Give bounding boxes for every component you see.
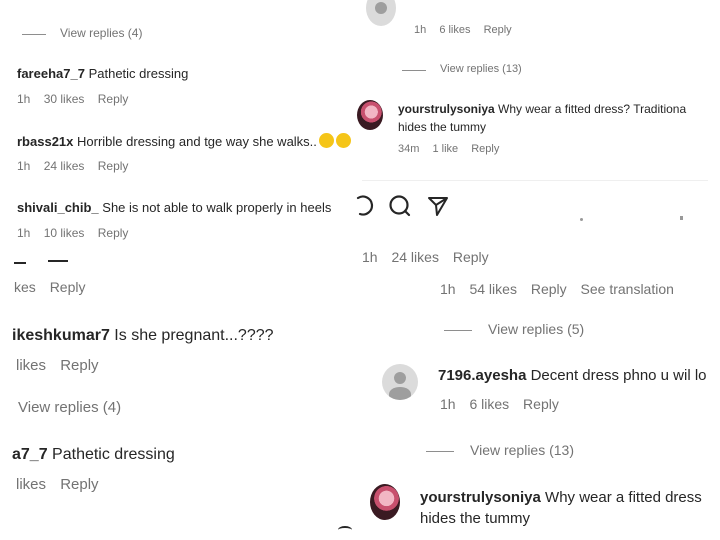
- view-replies-line: [22, 34, 46, 35]
- cropped-text-fragment: [580, 218, 583, 221]
- view-replies-button[interactable]: View replies (13): [470, 442, 574, 458]
- likes-count[interactable]: 24 likes: [44, 159, 85, 173]
- comment-fareeha: fareeha7_7 Pathetic dressing: [17, 66, 188, 81]
- username-link[interactable]: fareeha7_7: [17, 66, 85, 81]
- comment-meta: 1h 30 likes Reply: [17, 92, 138, 106]
- comment-rbass: rbass21x Horrible dressing and tge way s…: [17, 133, 351, 149]
- laughing-emoji-icon: [335, 133, 351, 148]
- comment-text: Pathetic dressing: [52, 446, 175, 463]
- comment-text-line2: hides the tummy: [398, 120, 487, 134]
- comment-meta: 1h 54 likes Reply See translation: [440, 281, 684, 297]
- reply-button[interactable]: Reply: [98, 226, 129, 240]
- username-link[interactable]: shivali_chib_: [17, 200, 99, 215]
- view-replies-button[interactable]: View replies (13): [440, 63, 522, 75]
- comment-meta: 1h 6 likes Reply: [414, 24, 522, 36]
- timestamp: 1h: [440, 281, 456, 297]
- likes-count[interactable]: 30 likes: [44, 92, 85, 106]
- likes-count[interactable]: 10 likes: [44, 226, 85, 240]
- cropped-icon-fragment: [48, 260, 68, 262]
- comment-meta: 1h 6 likes Reply: [440, 396, 569, 412]
- comment-text: Horrible dressing and tge way she walks.…: [77, 134, 317, 149]
- likes-count[interactable]: 1 like: [432, 143, 458, 155]
- likes-count[interactable]: 54 likes: [469, 281, 516, 297]
- laughing-emoji-icon: [318, 133, 334, 148]
- reply-button[interactable]: Reply: [50, 279, 86, 295]
- reply-button[interactable]: Reply: [471, 143, 499, 155]
- comment-text: She is not able to walk properly in heel…: [102, 200, 332, 215]
- avatar[interactable]: [370, 484, 400, 520]
- view-replies-button[interactable]: View replies (4): [60, 26, 142, 40]
- comment-meta: 1h 10 likes Reply: [17, 226, 138, 240]
- timestamp: 1h: [17, 159, 31, 173]
- comment-soniya: yourstrulysoniya Why wear a fitted dress: [420, 489, 702, 506]
- comment-meta: likes Reply: [16, 357, 109, 374]
- likes-count[interactable]: likes: [16, 357, 46, 374]
- comment-meta: 1h 24 likes Reply: [17, 159, 138, 173]
- comment-text: Is she pregnant...????: [114, 327, 274, 344]
- likes-count[interactable]: kes: [14, 279, 36, 295]
- view-replies-line: [444, 330, 472, 331]
- timestamp: 1h: [17, 92, 31, 106]
- username-link[interactable]: yourstrulysoniya: [420, 489, 541, 506]
- reply-button[interactable]: Reply: [531, 281, 567, 297]
- comment-ayesha: 7196.ayesha Decent dress phno u wil lo: [438, 367, 707, 384]
- reply-button[interactable]: Reply: [484, 24, 512, 36]
- view-replies-line: [426, 451, 454, 452]
- comment-icon[interactable]: [354, 194, 374, 218]
- cropped-text-fragment: [680, 216, 683, 220]
- timestamp: 1h: [362, 249, 378, 265]
- username-link[interactable]: 7196.ayesha: [438, 367, 526, 384]
- likes-count[interactable]: 24 likes: [391, 249, 438, 265]
- username-link[interactable]: yourstrulysoniya: [398, 102, 495, 116]
- comment-shivali: shivali_chib_ She is not able to walk pr…: [17, 200, 331, 215]
- likes-count[interactable]: 6 likes: [439, 24, 470, 36]
- share-icon[interactable]: [426, 194, 450, 218]
- reply-button[interactable]: Reply: [98, 92, 129, 106]
- cropped-icon-fragment: [14, 262, 26, 264]
- avatar[interactable]: [366, 0, 396, 26]
- reply-button[interactable]: Reply: [98, 159, 129, 173]
- username-link[interactable]: rbass21x: [17, 134, 73, 149]
- cropped-icon-fragment: [338, 526, 352, 534]
- username-link[interactable]: a7_7: [12, 446, 48, 463]
- comment-text: Why wear a fitted dress: [545, 489, 702, 506]
- view-replies-line: [402, 70, 426, 71]
- comment-soniya: yourstrulysoniya Why wear a fitted dress…: [398, 102, 686, 116]
- comment-meta: 34m 1 like Reply: [398, 143, 509, 155]
- reply-button[interactable]: Reply: [523, 396, 559, 412]
- timestamp: 1h: [17, 226, 31, 240]
- comment-meta: 1h 24 likes Reply: [362, 249, 499, 265]
- username-link[interactable]: ikeshkumar7: [12, 327, 110, 344]
- comment-text: Decent dress phno u wil lo: [530, 367, 707, 384]
- timestamp: 1h: [414, 24, 427, 36]
- comment-text-line2: hides the tummy: [420, 510, 531, 527]
- view-replies-button[interactable]: View replies (5): [488, 321, 584, 337]
- avatar[interactable]: [357, 100, 383, 130]
- comment-a7: a7_7 Pathetic dressing: [12, 446, 175, 464]
- comment-meta: kes Reply: [14, 279, 95, 295]
- likes-count[interactable]: likes: [16, 476, 46, 493]
- comment-ikeshkumar: ikeshkumar7 Is she pregnant...????: [12, 327, 274, 345]
- search-icon[interactable]: [388, 194, 412, 218]
- divider: [362, 180, 708, 181]
- comment-meta: likes Reply: [16, 476, 109, 493]
- timestamp: 1h: [440, 396, 456, 412]
- reply-button[interactable]: Reply: [453, 249, 489, 265]
- likes-count[interactable]: 6 likes: [469, 396, 509, 412]
- avatar[interactable]: [382, 364, 418, 400]
- see-translation-button[interactable]: See translation: [581, 281, 674, 297]
- view-replies-button[interactable]: View replies (4): [18, 399, 121, 416]
- timestamp: 34m: [398, 143, 420, 155]
- reply-button[interactable]: Reply: [60, 357, 98, 374]
- reply-button[interactable]: Reply: [60, 476, 98, 493]
- comment-text: Pathetic dressing: [88, 66, 189, 81]
- comment-text: Why wear a fitted dress? Traditiona: [498, 102, 687, 116]
